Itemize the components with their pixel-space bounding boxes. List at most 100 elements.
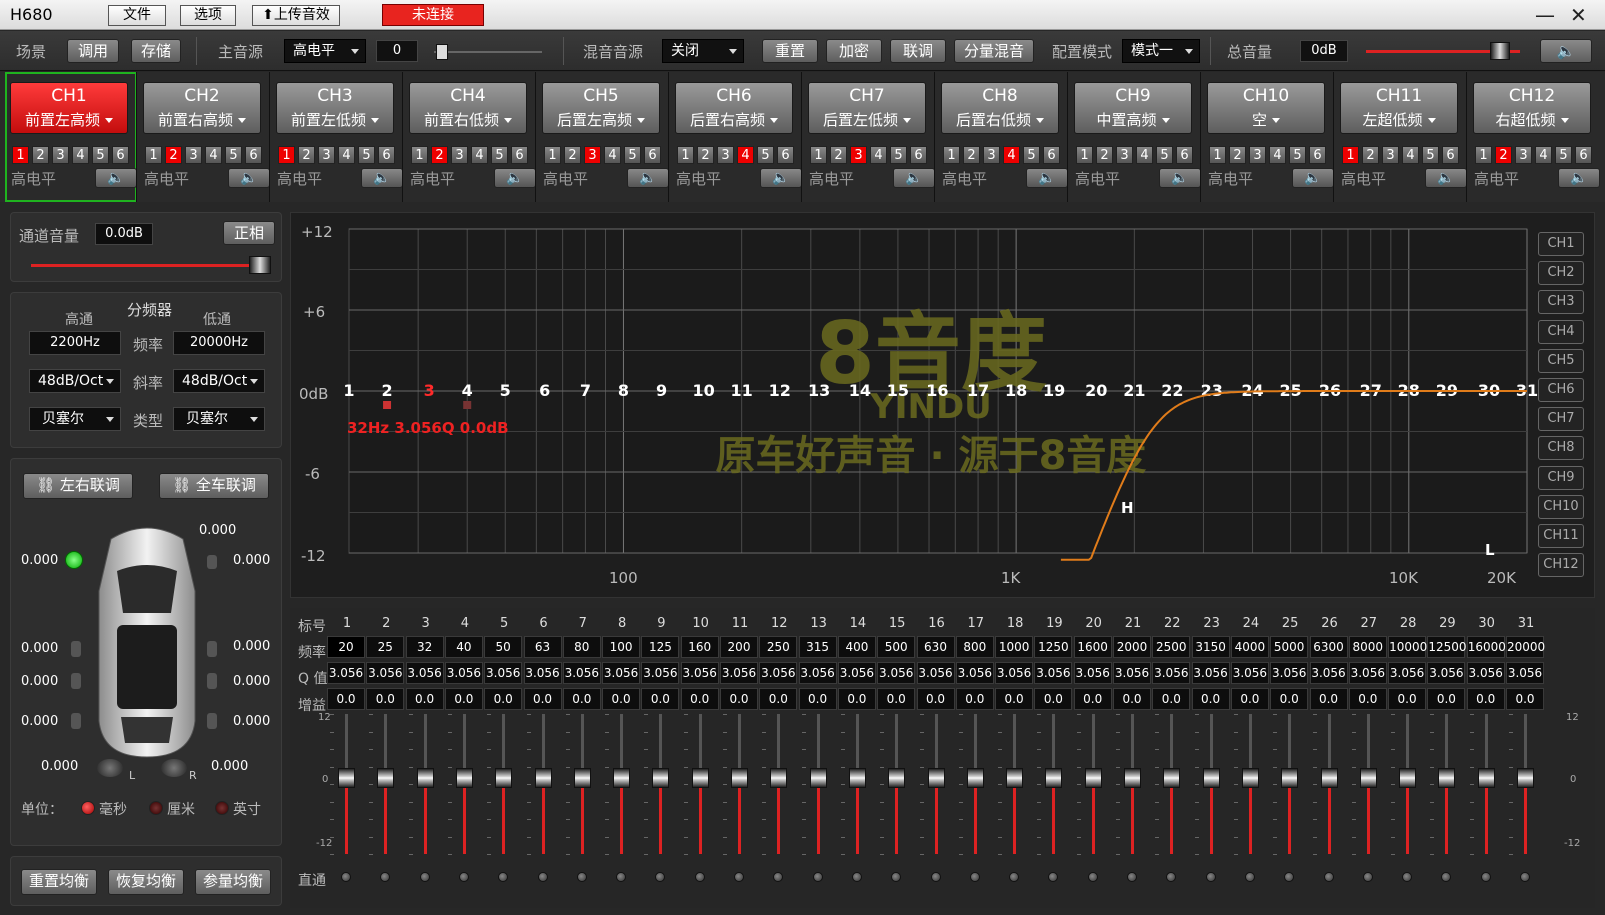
- input-select-button[interactable]: 1: [943, 146, 960, 164]
- band-gain[interactable]: 0.0: [877, 688, 916, 710]
- input-select-button[interactable]: 1: [1342, 146, 1359, 164]
- band-frequency[interactable]: 8000: [1348, 636, 1387, 658]
- band-q[interactable]: 3.056: [1034, 662, 1073, 684]
- band-marker[interactable]: 8: [618, 381, 629, 400]
- speaker-icon[interactable]: [71, 641, 81, 657]
- band-gain-slider[interactable]: [330, 714, 356, 855]
- band-frequency[interactable]: 5000: [1270, 636, 1309, 658]
- eq-graph-canvas[interactable]: 8音度YINDU原车好声音 · 源于8音度1 2 3 4 5 6 7 8 9 10 11 12 13 14…: [291, 213, 1596, 599]
- input-select-button[interactable]: 6: [1176, 146, 1193, 164]
- band-q[interactable]: 3.056: [1388, 662, 1427, 684]
- input-select-button[interactable]: 1: [810, 146, 827, 164]
- input-select-button[interactable]: 1: [278, 146, 295, 164]
- band-bypass-toggle[interactable]: [694, 872, 705, 882]
- input-select-button[interactable]: 6: [777, 146, 794, 164]
- master-speaker-button[interactable]: 🔈: [1540, 39, 1592, 63]
- legend-channel-toggle[interactable]: CH8: [1538, 436, 1584, 461]
- legend-channel-toggle[interactable]: CH12: [1538, 553, 1584, 578]
- main-source-select[interactable]: 高电平: [284, 39, 366, 63]
- input-select-button[interactable]: 3: [850, 146, 867, 164]
- subwoofer-right-icon[interactable]: [161, 759, 187, 777]
- input-select-button[interactable]: 1: [544, 146, 561, 164]
- band-gain[interactable]: 0.0: [444, 688, 483, 710]
- band-frequency[interactable]: 20: [327, 636, 365, 658]
- band-gain[interactable]: 0.0: [1309, 688, 1348, 710]
- input-select-button[interactable]: 6: [511, 146, 528, 164]
- legend-channel-toggle[interactable]: CH11: [1538, 524, 1584, 548]
- band-gain[interactable]: 0.0: [1230, 688, 1269, 710]
- link-button[interactable]: 联调: [890, 39, 946, 63]
- band-gain-slider[interactable]: [762, 714, 788, 855]
- input-select-button[interactable]: 3: [1249, 146, 1266, 164]
- band-gain[interactable]: 0.0: [1191, 688, 1230, 710]
- channel-select-button[interactable]: CH11 左超低频: [1340, 82, 1458, 134]
- band-marker[interactable]: 13: [808, 381, 830, 400]
- band-q[interactable]: 3.056: [1270, 662, 1309, 684]
- band-marker[interactable]: 2: [381, 381, 392, 400]
- band-q[interactable]: 3.056: [680, 662, 719, 684]
- band-frequency[interactable]: 20000: [1506, 636, 1545, 658]
- input-select-button[interactable]: 2: [1362, 146, 1379, 164]
- band-q[interactable]: 3.056: [327, 662, 365, 684]
- delay-value[interactable]: 0.000: [233, 553, 270, 568]
- band-gain[interactable]: 0.0: [366, 688, 405, 710]
- band-gain[interactable]: 0.0: [562, 688, 601, 710]
- input-select-button[interactable]: 3: [451, 146, 468, 164]
- band-gain-slider[interactable]: [880, 714, 906, 855]
- input-select-button[interactable]: 4: [471, 146, 488, 164]
- band-marker[interactable]: 6: [539, 381, 550, 400]
- band-bypass-toggle[interactable]: [930, 872, 941, 882]
- input-select-button[interactable]: 2: [32, 146, 49, 164]
- input-select-button[interactable]: 5: [491, 146, 508, 164]
- band-gain-slider[interactable]: [801, 714, 828, 855]
- band-gain-slider[interactable]: [919, 714, 946, 855]
- band-bypass-toggle[interactable]: [576, 872, 587, 882]
- input-select-button[interactable]: 4: [870, 146, 887, 164]
- band-q[interactable]: 3.056: [1309, 662, 1348, 684]
- channel-mute-button[interactable]: 🔈: [1026, 168, 1068, 188]
- legend-channel-toggle[interactable]: CH4: [1538, 319, 1584, 344]
- band-gain-slider[interactable]: [1469, 714, 1496, 855]
- band-frequency[interactable]: 50: [484, 636, 523, 658]
- input-select-button[interactable]: 1: [411, 146, 428, 164]
- band-frequency[interactable]: 100: [602, 636, 641, 658]
- input-select-button[interactable]: 4: [604, 146, 621, 164]
- band-bypass-toggle[interactable]: [1520, 872, 1530, 882]
- channel-mute-button[interactable]: 🔈: [95, 168, 137, 188]
- band-frequency[interactable]: 32: [405, 636, 444, 658]
- band-frequency[interactable]: 500: [877, 636, 916, 658]
- band-bypass-toggle[interactable]: [537, 872, 548, 882]
- band-marker[interactable]: 18: [1005, 381, 1027, 400]
- legend-channel-toggle[interactable]: CH5: [1538, 348, 1584, 373]
- band-bypass-toggle[interactable]: [891, 872, 902, 882]
- band-frequency[interactable]: 800: [955, 636, 994, 658]
- legend-channel-toggle[interactable]: CH6: [1538, 378, 1584, 402]
- band-gain-slider[interactable]: [1233, 714, 1260, 855]
- master-volume-slider-thumb[interactable]: [1490, 42, 1510, 60]
- band-gain[interactable]: 0.0: [680, 688, 719, 710]
- band-gain[interactable]: 0.0: [484, 688, 523, 710]
- highpass-marker[interactable]: H: [1121, 499, 1134, 517]
- band-gain[interactable]: 0.0: [405, 688, 444, 710]
- band-marker[interactable]: 1: [343, 381, 354, 400]
- speaker-icon[interactable]: [207, 673, 217, 689]
- input-select-button[interactable]: 4: [1402, 146, 1419, 164]
- band-frequency[interactable]: 40: [444, 636, 483, 658]
- band-marker[interactable]: 5: [500, 381, 511, 400]
- phase-button[interactable]: 正相: [223, 221, 275, 245]
- upload-effect-button[interactable]: ⬆上传音效: [252, 5, 340, 26]
- band-bypass-toggle[interactable]: [1362, 872, 1373, 882]
- band-frequency[interactable]: 4000: [1230, 636, 1269, 658]
- split-mix-button[interactable]: 分量混音: [954, 39, 1034, 63]
- input-select-button[interactable]: 2: [963, 146, 980, 164]
- band-frequency[interactable]: 6300: [1309, 636, 1348, 658]
- band-gain-slider[interactable]: [683, 714, 710, 855]
- input-select-button[interactable]: 2: [1495, 146, 1512, 164]
- channel-select-button[interactable]: CH12 右超低频: [1473, 82, 1591, 134]
- input-select-button[interactable]: 5: [890, 146, 907, 164]
- input-select-button[interactable]: 4: [338, 146, 355, 164]
- delay-value[interactable]: 0.000: [21, 674, 58, 689]
- band-marker[interactable]: 14: [849, 381, 871, 400]
- main-level-slider-thumb[interactable]: [436, 44, 448, 60]
- band-marker[interactable]: 16: [926, 381, 948, 400]
